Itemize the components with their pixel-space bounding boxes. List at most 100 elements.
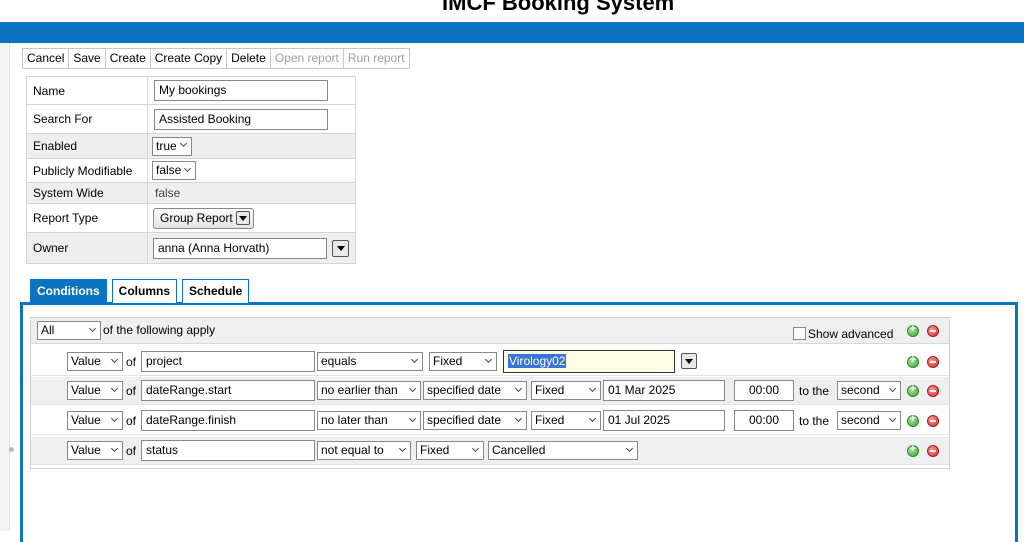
name-input[interactable]: My bookings [154, 80, 328, 101]
condition-kind-select[interactable]: Value [67, 441, 123, 460]
condition-spec-select[interactable]: specified date [423, 411, 527, 430]
match-value: All [41, 323, 55, 337]
remove-icon[interactable] [927, 325, 939, 337]
condition-mode-select[interactable]: Fixed [429, 352, 497, 371]
chevron-down-icon [89, 326, 97, 334]
toolbar: Cancel Save Create Create Copy Delete Op… [22, 48, 410, 69]
add-icon[interactable] [907, 323, 919, 337]
condition-value-input[interactable]: Virology02 [503, 350, 675, 373]
condition-operator-value: not equal to [321, 443, 384, 457]
remove-icon[interactable] [927, 445, 939, 457]
tab-conditions[interactable]: Conditions [30, 279, 107, 303]
remove-icon[interactable] [927, 415, 939, 427]
time-input[interactable]: 00:00 [734, 410, 794, 431]
collapse-handle-icon[interactable] [9, 447, 14, 452]
report-properties: Name My bookings Search For Assisted Boo… [26, 76, 356, 264]
search-for-row: Search For Assisted Booking [27, 105, 355, 134]
chevron-down-icon [485, 357, 493, 365]
condition-field-input[interactable]: project [141, 351, 315, 372]
remove-icon[interactable] [927, 356, 939, 368]
condition-unit-value: second [841, 413, 880, 427]
delete-button[interactable]: Delete [227, 49, 271, 68]
chevron-down-icon [515, 416, 523, 424]
condition-value-text: Virology02 [508, 354, 567, 368]
to-the-label: to the [799, 414, 830, 428]
condition-unit-value: second [841, 383, 880, 397]
date-input[interactable]: 01 Jul 2025 [603, 410, 725, 431]
condition-unit-select[interactable]: second [837, 411, 901, 430]
create-copy-button[interactable]: Create Copy [151, 49, 228, 68]
search-for-label: Search For [33, 112, 93, 126]
condition-operator-select[interactable]: not equal to [317, 441, 411, 460]
search-for-input[interactable]: Assisted Booking [154, 108, 328, 130]
conditions-box: All of the following apply Show advanced… [30, 317, 950, 469]
save-button[interactable]: Save [69, 49, 106, 68]
chevron-down-icon [111, 357, 119, 365]
chevron-down-icon [472, 446, 480, 454]
condition-spec-value: specified date [427, 383, 502, 397]
condition-mode-select[interactable]: Fixed [531, 381, 601, 400]
condition-unit-select[interactable]: second [837, 381, 901, 400]
add-icon[interactable] [907, 443, 919, 457]
remove-icon[interactable] [927, 385, 939, 397]
match-select[interactable]: All [37, 321, 101, 340]
condition-field-input[interactable]: dateRange.start [141, 380, 315, 401]
condition-spec-value: specified date [427, 413, 502, 427]
publicly-modifiable-select[interactable]: false [152, 161, 197, 180]
condition-kind-value: Value [71, 354, 101, 368]
system-wide-row: System Wide false [27, 183, 355, 204]
condition-kind-select[interactable]: Value [67, 411, 123, 430]
condition-operator-select[interactable]: equals [317, 352, 423, 371]
condition-value-select[interactable]: Cancelled [488, 441, 638, 460]
create-button[interactable]: Create [106, 49, 151, 68]
report-type-button[interactable]: Group Report [153, 207, 254, 229]
enabled-select[interactable]: true [152, 136, 192, 156]
time-input[interactable]: 00:00 [734, 380, 794, 401]
of-label: of [126, 414, 137, 428]
condition-mode-value: Fixed [535, 413, 565, 427]
report-type-label: Report Type [33, 211, 99, 225]
condition-kind-value: Value [71, 383, 101, 397]
condition-row: Value of dateRange.start no earlier than… [31, 377, 949, 405]
condition-operator-value: no later than [321, 413, 388, 427]
owner-input[interactable]: anna (Anna Horvath) [153, 237, 327, 259]
value-dropdown-icon[interactable] [681, 353, 697, 369]
add-icon[interactable] [907, 413, 919, 427]
chevron-down-icon [889, 386, 897, 394]
cancel-button[interactable]: Cancel [23, 49, 70, 68]
chevron-down-icon [399, 446, 407, 454]
owner-row: Owner anna (Anna Horvath) [27, 233, 355, 263]
condition-row: Value of project equals Fixed Virology02 [31, 348, 949, 376]
condition-field-input[interactable]: dateRange.finish [141, 410, 315, 431]
add-icon[interactable] [907, 354, 919, 368]
condition-operator-select[interactable]: no later than [317, 411, 421, 430]
condition-kind-select[interactable]: Value [67, 381, 123, 400]
report-type-value: Group Report [160, 211, 233, 225]
condition-kind-value: Value [71, 413, 101, 427]
enabled-label: Enabled [33, 139, 78, 153]
title-strip: IMCF Booking System [0, 0, 1024, 22]
owner-dropdown-icon[interactable] [332, 239, 349, 257]
tab-columns[interactable]: Columns [111, 279, 177, 303]
of-label: of [126, 355, 137, 369]
show-advanced-checkbox[interactable] [793, 327, 806, 340]
condition-mode-select[interactable]: Fixed [416, 441, 484, 460]
chevron-down-icon [515, 386, 523, 394]
show-advanced-label: Show advanced [808, 327, 894, 341]
condition-kind-select[interactable]: Value [67, 352, 123, 371]
system-wide-value: false [155, 186, 181, 200]
add-icon[interactable] [907, 383, 919, 397]
condition-operator-select[interactable]: no earlier than [317, 381, 421, 400]
chevron-down-icon [589, 416, 597, 424]
tab-bar: Conditions Columns Schedule [30, 279, 250, 303]
of-label: of [126, 384, 137, 398]
condition-spec-select[interactable]: specified date [423, 381, 527, 400]
date-input[interactable]: 01 Mar 2025 [603, 380, 725, 401]
tab-schedule[interactable]: Schedule [182, 279, 250, 303]
chevron-down-icon [626, 446, 634, 454]
condition-kind-value: Value [71, 443, 101, 457]
condition-mode-select[interactable]: Fixed [531, 411, 601, 430]
condition-mode-value: Fixed [433, 354, 463, 368]
condition-field-input[interactable]: status [141, 440, 315, 461]
condition-row: Value of status not equal to Fixed Cance… [31, 437, 949, 465]
